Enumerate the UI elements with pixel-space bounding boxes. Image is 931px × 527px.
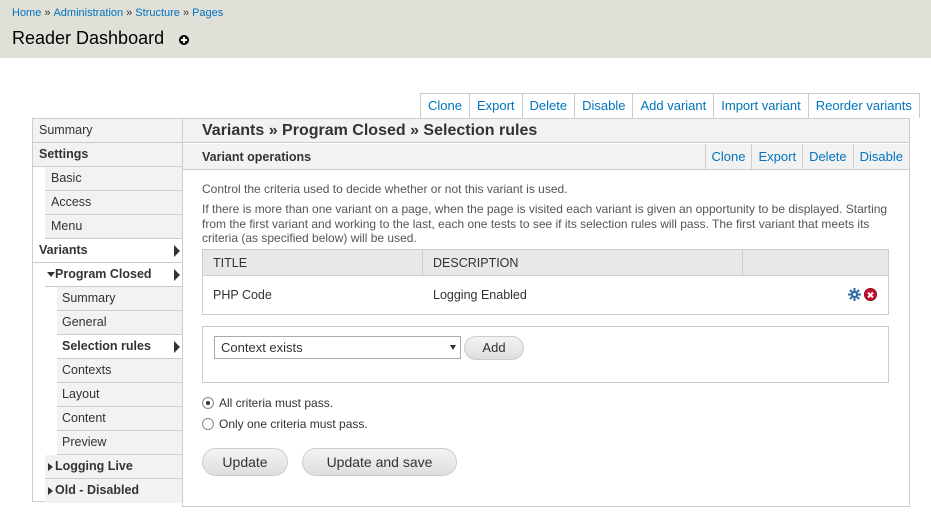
sidebar-item-label: Logging Live (55, 459, 133, 473)
expanded-triangle-icon (47, 272, 55, 277)
sidebar-item-label: Content (62, 411, 106, 425)
sidebar-item-old-disabled[interactable]: Old - Disabled (45, 479, 182, 503)
page-actions: Clone Export Delete Disable Add variant … (420, 93, 920, 118)
export-page-link[interactable]: Export (468, 94, 522, 118)
chevron-down-icon (450, 345, 456, 350)
collapsed-triangle-icon (48, 463, 53, 471)
sidebar-item-label: Preview (62, 435, 107, 449)
variant-operations-bar: Variant operations Clone Export Delete D… (183, 144, 909, 170)
disable-variant-link[interactable]: Disable (852, 144, 909, 170)
column-header-description: DESCRIPTION (423, 250, 743, 276)
sidebar-item-label: Summary (62, 291, 116, 305)
delete-page-link[interactable]: Delete (521, 94, 575, 118)
sidebar-item-label: Variants (39, 243, 88, 257)
sidebar-nav: Summary Settings Basic Access Menu Varia… (32, 118, 182, 503)
sidebar-item-variant-general[interactable]: General (57, 311, 182, 335)
clone-page-link[interactable]: Clone (421, 94, 469, 118)
sidebar-item-logging-live[interactable]: Logging Live (45, 455, 182, 479)
remove-icon[interactable] (864, 288, 877, 301)
column-header-title: TITLE (203, 250, 423, 276)
page-header: Home» Administration» Structure» Pages Read… (0, 0, 931, 58)
reorder-variants-link[interactable]: Reorder variants (807, 94, 919, 118)
arrow-right-icon (174, 341, 180, 353)
sidebar-item-selection-rules[interactable]: Selection rules (57, 335, 182, 359)
radio-one-criteria-input[interactable] (202, 418, 214, 430)
breadcrumb: Home» Administration» Structure» Pages (12, 7, 223, 19)
collapsed-triangle-icon (48, 487, 53, 495)
sidebar-item-label: Settings (39, 147, 89, 161)
sidebar-item-label: Old - Disabled (55, 483, 140, 497)
main-panel: Variants » Program Closed » Selection ru… (182, 118, 910, 507)
breadcrumb-structure[interactable]: Structure (135, 7, 180, 19)
sidebar-item-variants[interactable]: Variants (33, 239, 182, 263)
sidebar-item-label: Menu (51, 219, 83, 233)
sidebar-item-preview[interactable]: Preview (57, 431, 182, 455)
delete-variant-link[interactable]: Delete (802, 144, 853, 170)
sidebar-item-variant-summary[interactable]: Summary (57, 287, 182, 311)
table-row: PHP Code Logging Enabled (203, 277, 888, 314)
table-header: TITLE DESCRIPTION (203, 250, 888, 276)
arrow-right-icon (174, 245, 180, 257)
update-button[interactable]: Update (202, 448, 288, 476)
breadcrumb-separator: » (182, 7, 190, 19)
add-criteria-box: Context exists Add (202, 326, 889, 383)
radio-all-criteria-input[interactable] (202, 397, 214, 409)
export-variant-link[interactable]: Export (751, 144, 802, 170)
variant-operations-title: Variant operations (202, 150, 312, 164)
criteria-select[interactable]: Context exists (214, 336, 461, 359)
variant-order-description: If there is more than one variant on a p… (202, 202, 888, 245)
page-title: Reader Dashboard (12, 28, 165, 48)
rule-title: PHP Code (213, 288, 272, 302)
sidebar-item-contexts[interactable]: Contexts (57, 359, 182, 383)
sidebar-item-label: Contexts (62, 363, 112, 377)
breadcrumb-administration[interactable]: Administration (53, 7, 123, 19)
sidebar-item-label: Basic (51, 171, 82, 185)
add-shortcut-icon[interactable] (179, 35, 189, 45)
sidebar-item-label: Access (51, 195, 92, 209)
variant-operations-actions: Clone Export Delete Disable (704, 144, 909, 170)
sidebar-item-label: General (62, 315, 107, 329)
selection-rules-description: Control the criteria used to decide whet… (202, 182, 568, 196)
breadcrumb-pages[interactable]: Pages (192, 7, 223, 19)
clone-variant-link[interactable]: Clone (704, 144, 752, 170)
arrow-right-icon (174, 269, 180, 281)
breadcrumb-separator: » (44, 7, 51, 19)
breadcrumb-home[interactable]: Home (12, 7, 41, 19)
sidebar-item-access[interactable]: Access (45, 191, 182, 215)
sidebar-item-label: Program Closed (55, 267, 152, 281)
rule-description: Logging Enabled (433, 288, 527, 302)
sidebar-item-label: Layout (62, 387, 100, 401)
sidebar-item-program-closed[interactable]: Program Closed (45, 263, 182, 287)
radio-all-criteria-label: All criteria must pass. (219, 396, 334, 410)
sidebar-item-label: Selection rules (62, 339, 151, 353)
gear-icon[interactable] (848, 288, 861, 301)
panel-title: Variants » Program Closed » Selection ru… (183, 119, 909, 143)
sidebar-item-content[interactable]: Content (57, 407, 182, 431)
criteria-select-value: Context exists (221, 340, 303, 355)
update-and-save-button[interactable]: Update and save (302, 448, 457, 476)
sidebar-item-summary[interactable]: Summary (33, 119, 182, 143)
disable-page-link[interactable]: Disable (574, 94, 632, 118)
sidebar-item-layout[interactable]: Layout (57, 383, 182, 407)
sidebar-item-basic[interactable]: Basic (45, 167, 182, 191)
import-variant-link[interactable]: Import variant (713, 94, 807, 118)
add-variant-link[interactable]: Add variant (632, 94, 713, 118)
radio-one-criteria-label: Only one criteria must pass. (219, 417, 368, 431)
breadcrumb-separator: » (126, 7, 133, 19)
sidebar-item-label: Summary (39, 123, 93, 137)
selection-rules-table: TITLE DESCRIPTION PHP Code Logging Enabl… (202, 249, 889, 315)
sidebar-item-settings[interactable]: Settings (33, 143, 182, 167)
sidebar-item-menu[interactable]: Menu (45, 215, 182, 239)
add-criteria-button[interactable]: Add (464, 336, 524, 360)
